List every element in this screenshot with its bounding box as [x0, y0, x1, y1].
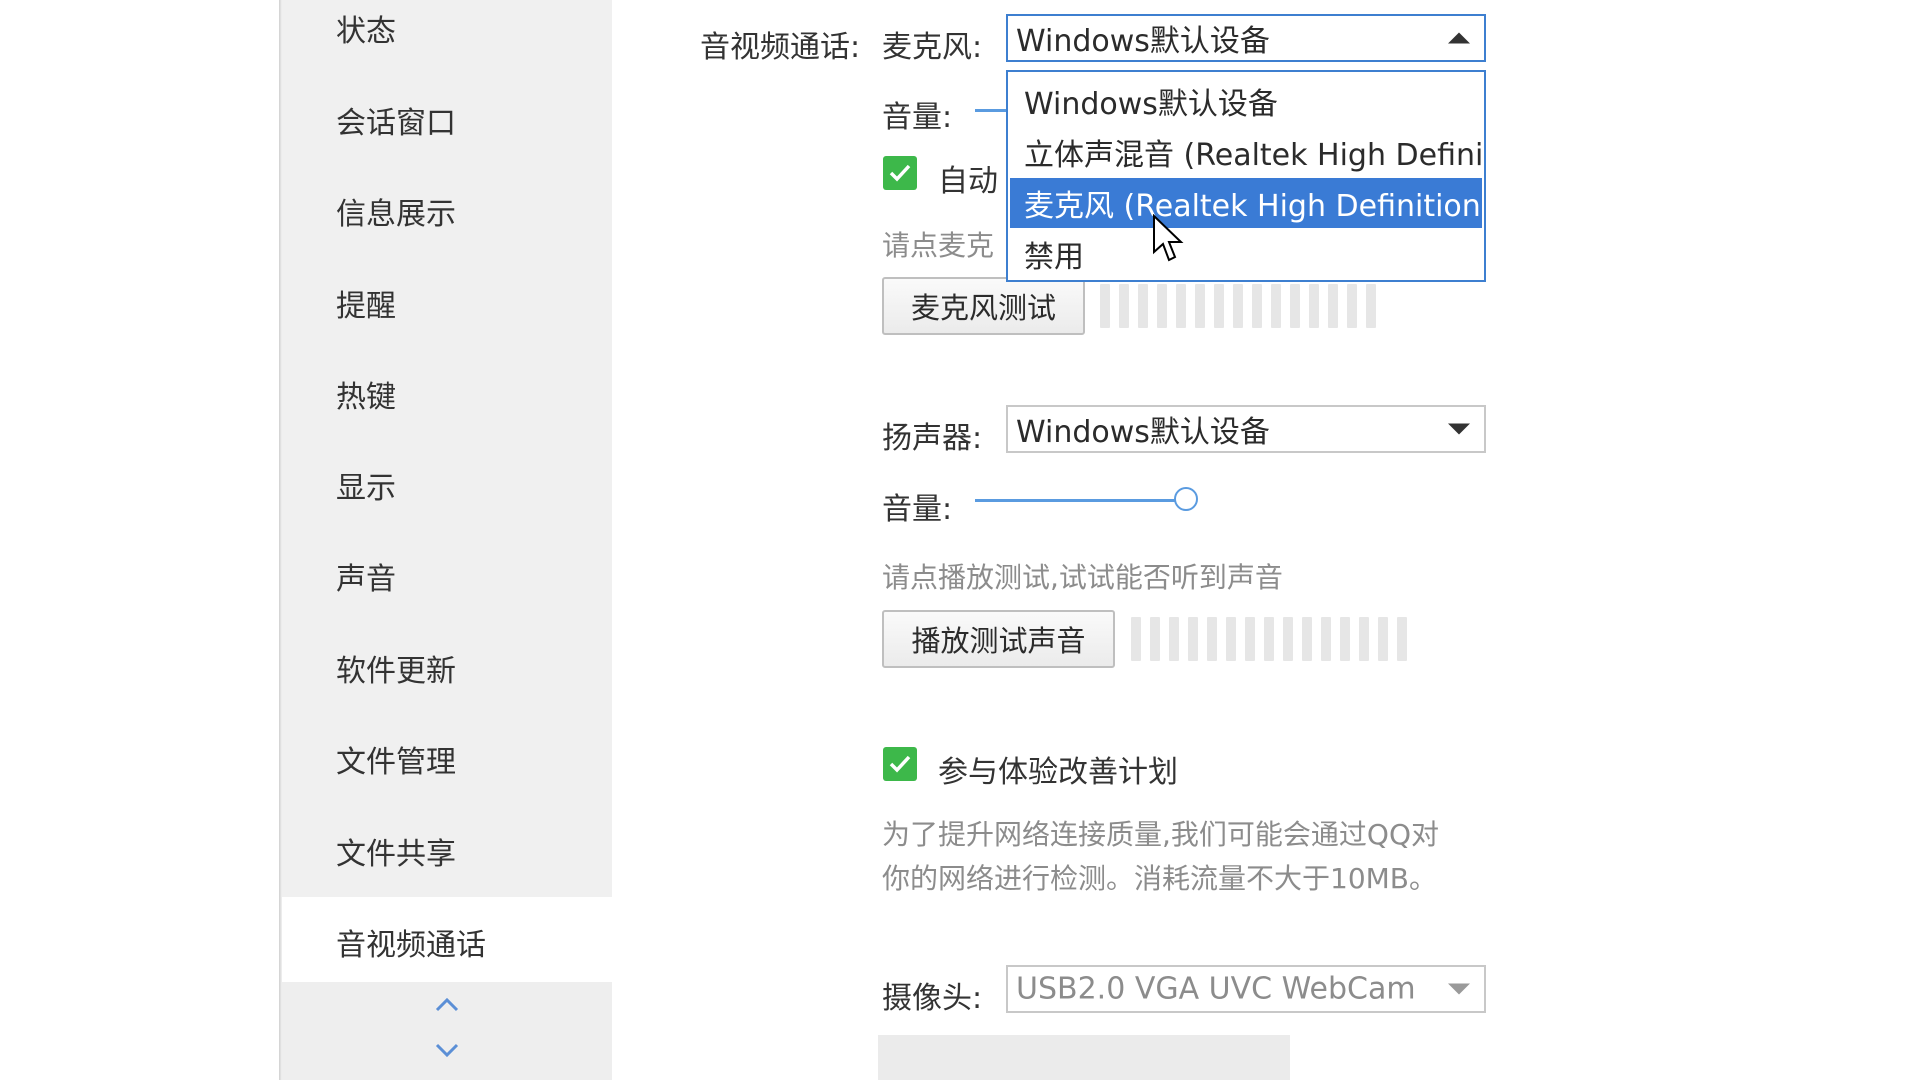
microphone-select[interactable]: Windows默认设备: [1006, 14, 1486, 62]
sidebar-item-hotkeys[interactable]: 热键: [282, 349, 612, 439]
sidebar-item-av-call[interactable]: 音视频通话: [282, 897, 612, 987]
microphone-test-button-label: 麦克风测试: [910, 291, 1057, 325]
improvement-plan-label: 参与体验改善计划: [938, 755, 1178, 790]
chevron-down-icon: [1448, 983, 1470, 995]
section-title: 音视频通话:: [700, 30, 861, 65]
microphone-option-disable[interactable]: 禁用: [1010, 229, 1482, 279]
sidebar-item-label: 文件管理: [336, 745, 456, 780]
speaker-volume-slider[interactable]: [975, 499, 1175, 502]
sidebar-item-display[interactable]: 显示: [282, 440, 612, 530]
chevron-down-icon: [1448, 423, 1470, 435]
microphone-test-button[interactable]: 麦克风测试: [882, 277, 1085, 335]
microphone-label: 麦克风:: [882, 30, 983, 65]
microphone-option-default[interactable]: Windows默认设备: [1010, 76, 1482, 126]
sidebar-item-label: 文件共享: [336, 837, 456, 872]
microphone-option-stereo-mix[interactable]: 立体声混音 (Realtek High Definit: [1010, 127, 1484, 177]
speaker-select-value: Windows默认设备: [1016, 415, 1270, 450]
sidebar-item-label: 提醒: [336, 289, 396, 324]
microphone-level-meter: [1100, 284, 1376, 328]
sidebar-item-label: 声音: [336, 562, 396, 597]
option-label: Windows默认设备: [1024, 87, 1278, 122]
sidebar-item-file-sharing[interactable]: 文件共享: [282, 806, 612, 896]
sidebar-item-label: 软件更新: [336, 654, 456, 689]
improvement-plan-desc-line1: 为了提升网络连接质量,我们可能会通过QQ对: [882, 818, 1439, 851]
microphone-test-hint: 请点麦克: [882, 229, 995, 262]
speaker-test-button[interactable]: 播放测试声音: [882, 610, 1115, 668]
microphone-dropdown-list: Windows默认设备 立体声混音 (Realtek High Definit …: [1006, 70, 1486, 282]
sidebar-item-reminder[interactable]: 提醒: [282, 258, 612, 348]
chevron-up-icon[interactable]: [432, 990, 462, 1020]
checkmark-icon: [889, 755, 911, 773]
improvement-plan-checkbox[interactable]: [883, 747, 917, 781]
left-background: [0, 0, 279, 1080]
microphone-option-realtek-mic[interactable]: 麦克风 (Realtek High Definition: [1010, 178, 1482, 228]
sidebar-item-software-update[interactable]: 软件更新: [282, 623, 612, 713]
camera-preview-area: [878, 1035, 1290, 1080]
speaker-volume-handle[interactable]: [1174, 487, 1198, 511]
sidebar-item-label: 信息展示: [336, 197, 456, 232]
speaker-test-button-label: 播放测试声音: [911, 624, 1086, 658]
sidebar-item-file-management[interactable]: 文件管理: [282, 714, 612, 804]
checkmark-icon: [889, 164, 911, 182]
sidebar-item-sound[interactable]: 声音: [282, 531, 612, 621]
sidebar-item-label: 音视频通话: [336, 928, 486, 963]
microphone-select-value: Windows默认设备: [1016, 24, 1270, 59]
microphone-volume-slider[interactable]: [975, 109, 1006, 112]
sidebar-item-info-display[interactable]: 信息展示: [282, 166, 612, 256]
camera-select-value: USB2.0 VGA UVC WebCam: [1016, 971, 1416, 1007]
settings-sidebar: 状态 会话窗口 信息展示 提醒 热键 显示 声音 软件更新 文件管理 文件共享 …: [282, 0, 612, 1080]
camera-label: 摄像头:: [882, 981, 983, 1016]
sidebar-scroll-area: [282, 982, 612, 1080]
chevron-down-icon[interactable]: [432, 1035, 462, 1065]
option-label: 禁用: [1024, 240, 1084, 275]
sidebar-item-chat-window[interactable]: 会话窗口: [282, 75, 612, 165]
sidebar-item-label: 状态: [336, 14, 396, 49]
sidebar-item-label: 显示: [336, 471, 396, 506]
speaker-volume-label: 音量:: [882, 492, 953, 527]
sidebar-item-status[interactable]: 状态: [282, 0, 612, 73]
speaker-select[interactable]: Windows默认设备: [1006, 405, 1486, 453]
auto-adjust-label: 自动: [938, 164, 998, 199]
mouse-pointer-icon: [1153, 214, 1184, 262]
option-label: 立体声混音 (Realtek High Definit: [1024, 138, 1486, 173]
improvement-plan-desc-line2: 你的网络进行检测。消耗流量不大于10MB。: [882, 862, 1437, 895]
speaker-test-hint: 请点播放测试,试试能否听到声音: [882, 561, 1283, 594]
speaker-level-meter: [1131, 617, 1407, 661]
chevron-up-icon: [1448, 32, 1470, 44]
sidebar-item-label: 热键: [336, 380, 396, 415]
sidebar-item-label: 会话窗口: [336, 106, 456, 141]
speaker-label: 扬声器:: [882, 421, 983, 456]
option-label: 麦克风 (Realtek High Definition: [1024, 189, 1481, 224]
auto-adjust-checkbox[interactable]: [883, 156, 917, 190]
microphone-volume-label: 音量:: [882, 100, 953, 135]
camera-select[interactable]: USB2.0 VGA UVC WebCam: [1006, 965, 1486, 1013]
